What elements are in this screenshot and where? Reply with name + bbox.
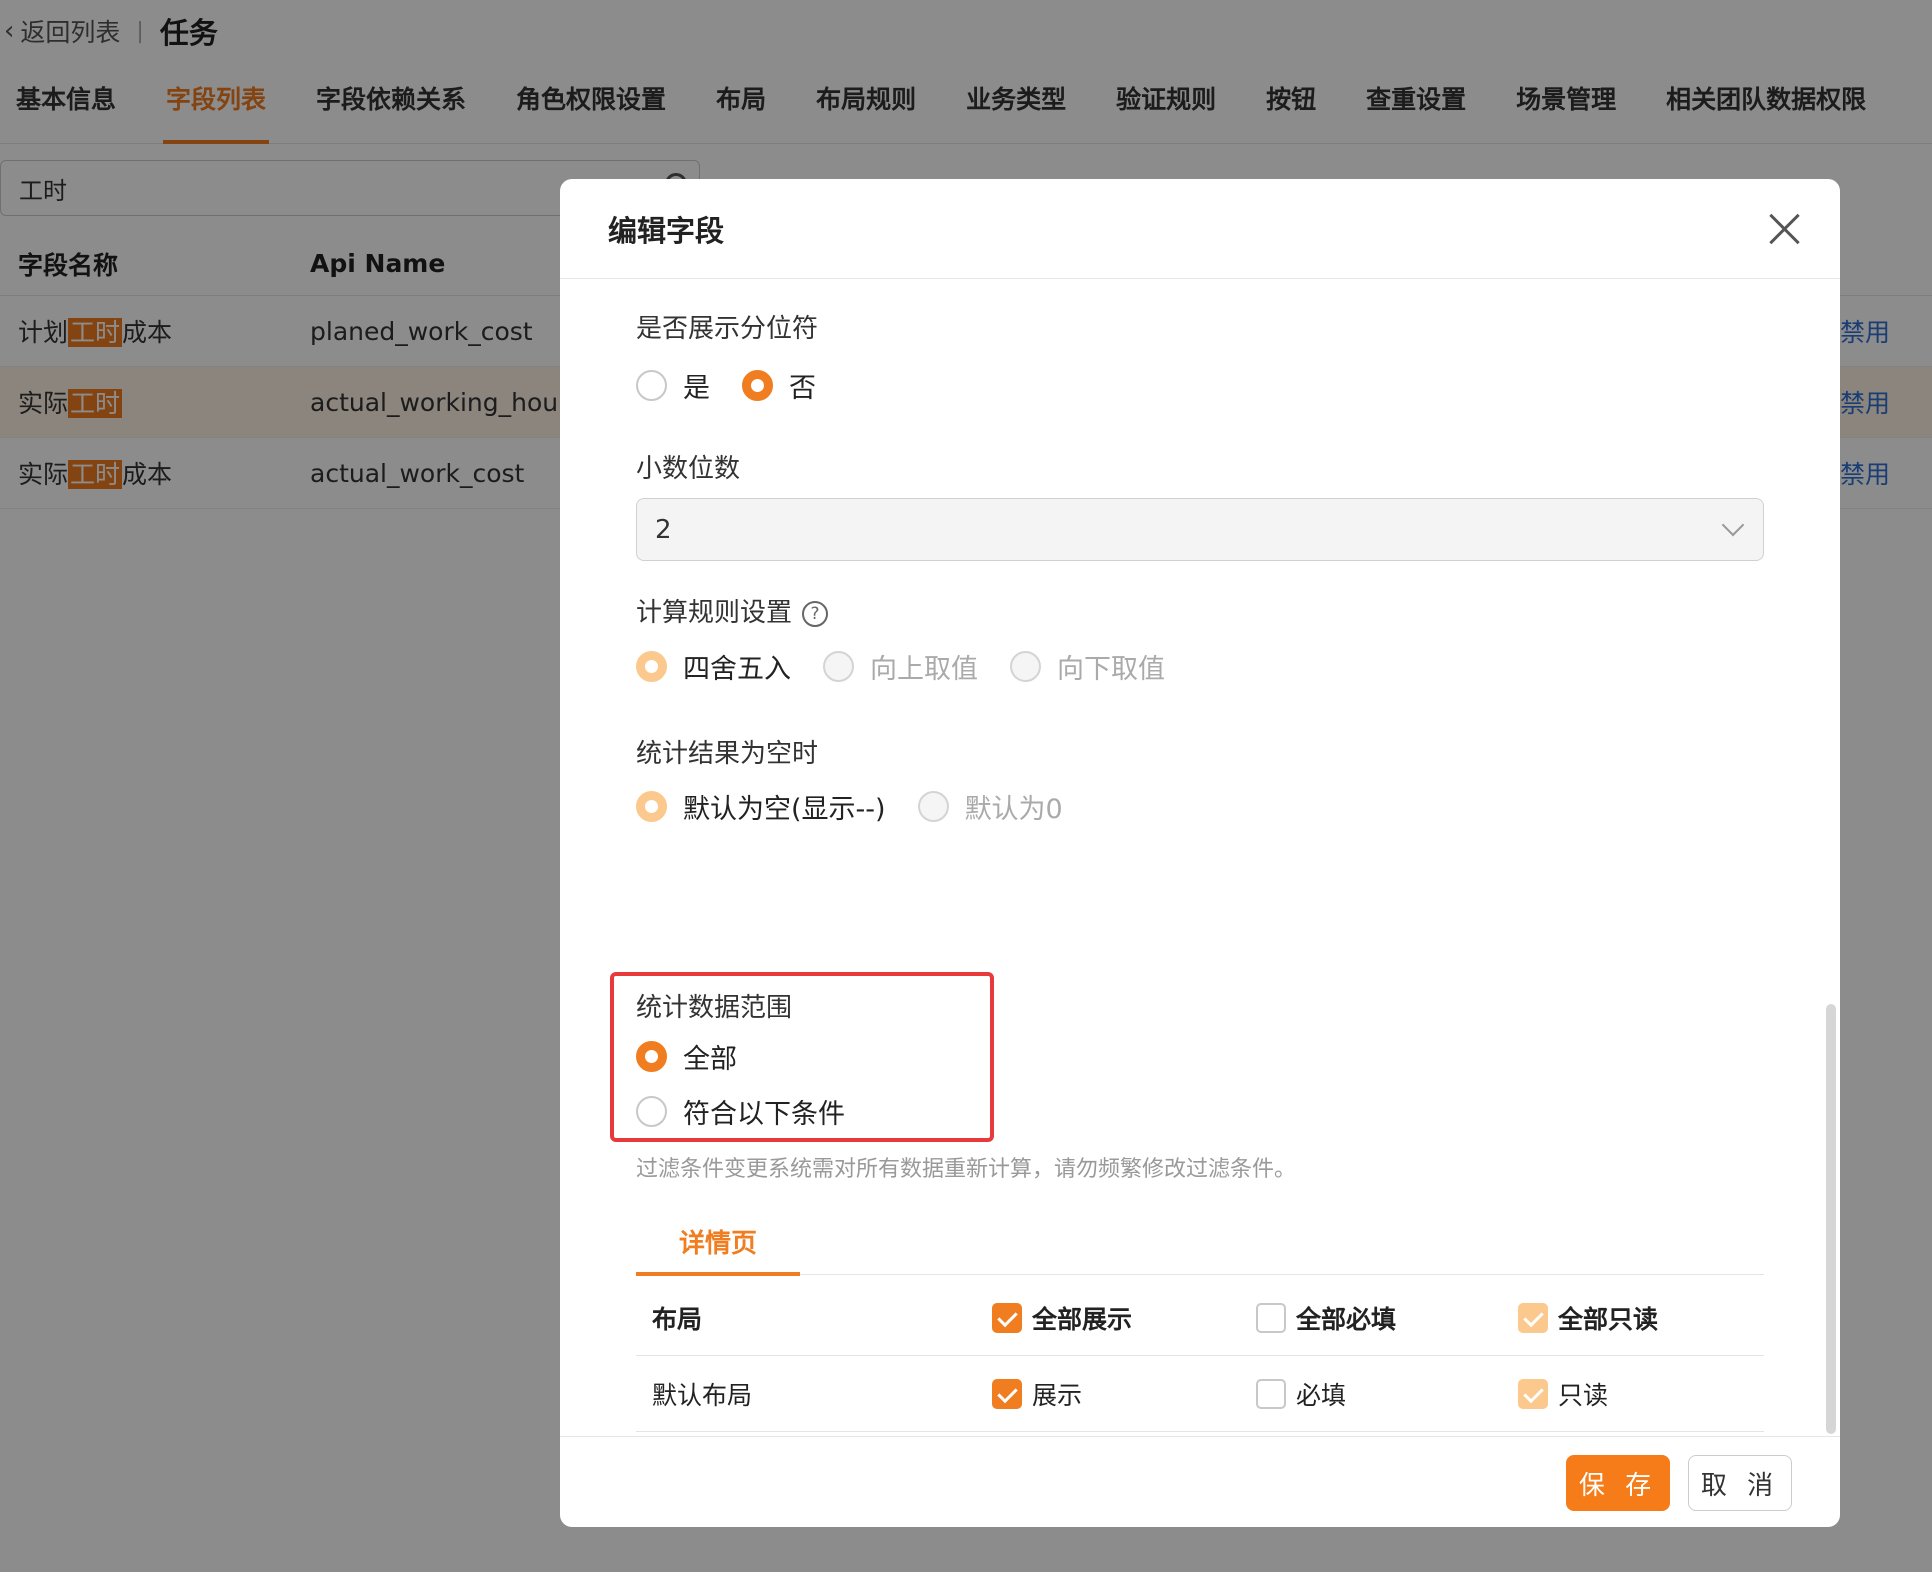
radio-circle[interactable] [742, 370, 773, 401]
radio-circle[interactable] [636, 651, 667, 682]
radio-round-up[interactable]: 向上取值 [823, 647, 978, 686]
checkbox-box[interactable] [1256, 1378, 1286, 1409]
radio-label: 四舍五入 [683, 654, 791, 685]
radio-label: 默认为0 [964, 794, 1063, 825]
decimal-label: 小数位数 [636, 454, 741, 484]
tab-detail-page[interactable]: 详情页 [636, 1215, 800, 1276]
radio-circle[interactable] [636, 791, 667, 822]
save-button[interactable]: 保 存 [1566, 1455, 1670, 1511]
radio-label: 符合以下条件 [683, 1099, 845, 1130]
radio-range-all[interactable]: 全部 [636, 1037, 737, 1076]
radio-round-down[interactable]: 向下取值 [1010, 647, 1165, 686]
dialog-body: 是否展示分位符 是 否 小数位数 2 计算规则设置? 四舍五入 向上取值 向下取… [560, 280, 1840, 1436]
cancel-button[interactable]: 取 消 [1688, 1455, 1792, 1511]
decimal-places-select[interactable]: 2 [636, 498, 1764, 561]
radio-default-zero[interactable]: 默认为0 [917, 787, 1063, 826]
data-range-label: 统计数据范围 [636, 993, 793, 1023]
radio-label: 全部 [683, 1044, 737, 1075]
checkbox-required[interactable]: 必填 [1256, 1376, 1346, 1412]
radio-circle[interactable] [636, 1096, 667, 1127]
radio-range-conditional[interactable]: 符合以下条件 [636, 1092, 845, 1131]
radio-circle[interactable] [917, 791, 949, 822]
separator-radio-group: 是 否 [636, 366, 848, 405]
help-icon[interactable]: ? [802, 600, 829, 627]
layout-table-header: 布局 全部展示 全部必填 全部只读 [636, 1280, 1764, 1356]
radio-label: 向上取值 [870, 654, 978, 685]
empty-result-radio-group: 默认为空(显示--) 默认为0 [636, 787, 1095, 826]
decimal-value: 2 [655, 514, 672, 545]
checkbox-box[interactable] [1256, 1302, 1286, 1333]
rounding-label-text: 计算规则设置 [636, 598, 793, 628]
rounding-label: 计算规则设置? [636, 592, 829, 629]
checkbox-label: 全部只读 [1558, 1304, 1659, 1334]
radio-label: 默认为空(显示--) [683, 794, 886, 825]
checkbox-readonly[interactable]: 只读 [1518, 1376, 1608, 1412]
radio-label: 否 [789, 373, 816, 404]
separator-label: 是否展示分位符 [636, 314, 819, 344]
detail-tabs: 详情页 [636, 1215, 1764, 1276]
radio-circle[interactable] [823, 651, 854, 682]
dialog-footer: 保 存 取 消 [560, 1436, 1840, 1527]
checkbox-box[interactable] [992, 1302, 1022, 1333]
radio-circle[interactable] [1010, 651, 1041, 682]
radio-label: 是 [683, 373, 710, 404]
scrollbar-thumb[interactable] [1826, 1004, 1836, 1434]
radio-default-empty[interactable]: 默认为空(显示--) [636, 787, 886, 826]
rounding-radio-group: 四舍五入 向上取值 向下取值 [636, 647, 1197, 686]
checkbox-box[interactable] [1518, 1378, 1548, 1409]
data-range-option-all: 全部 [636, 1037, 769, 1076]
radio-circle[interactable] [636, 1041, 667, 1072]
layout-column-header: 布局 [652, 1304, 703, 1334]
empty-result-label: 统计结果为空时 [636, 739, 819, 769]
close-icon[interactable] [1766, 211, 1802, 247]
filter-hint-text: 过滤条件变更系统需对所有数据重新计算，请勿频繁修改过滤条件。 [636, 1157, 1297, 1182]
checkbox-box[interactable] [1518, 1302, 1548, 1333]
checkbox-label: 必填 [1296, 1380, 1347, 1410]
checkbox-label: 全部展示 [1032, 1304, 1133, 1334]
radio-label: 向下取值 [1057, 654, 1165, 685]
chevron-down-icon [1721, 513, 1745, 537]
checkbox-readonly-all[interactable]: 全部只读 [1518, 1300, 1658, 1336]
layout-name: 默认布局 [652, 1380, 753, 1410]
radio-separator-yes[interactable]: 是 [636, 366, 710, 405]
checkbox-require-all[interactable]: 全部必填 [1256, 1300, 1396, 1336]
data-range-option-conditional: 符合以下条件 [636, 1092, 877, 1131]
radio-round-half[interactable]: 四舍五入 [636, 647, 791, 686]
checkbox-label: 展示 [1032, 1380, 1083, 1410]
layout-permission-table: 布局 全部展示 全部必填 全部只读 默认布局 展示 必填 只读 [636, 1280, 1764, 1432]
edit-field-dialog: 编辑字段 是否展示分位符 是 否 小数位数 2 计算规则设置? 四舍五入 向上取… [560, 179, 1840, 1527]
table-row: 默认布局 展示 必填 只读 [636, 1356, 1764, 1432]
dialog-title: 编辑字段 [608, 213, 725, 248]
checkbox-show-all[interactable]: 全部展示 [992, 1300, 1132, 1336]
checkbox-label: 全部必填 [1296, 1304, 1397, 1334]
checkbox-show[interactable]: 展示 [992, 1376, 1082, 1412]
radio-circle[interactable] [636, 370, 667, 401]
dialog-header: 编辑字段 [560, 179, 1840, 279]
checkbox-box[interactable] [992, 1378, 1022, 1409]
checkbox-label: 只读 [1558, 1380, 1609, 1410]
radio-separator-no[interactable]: 否 [742, 366, 816, 405]
